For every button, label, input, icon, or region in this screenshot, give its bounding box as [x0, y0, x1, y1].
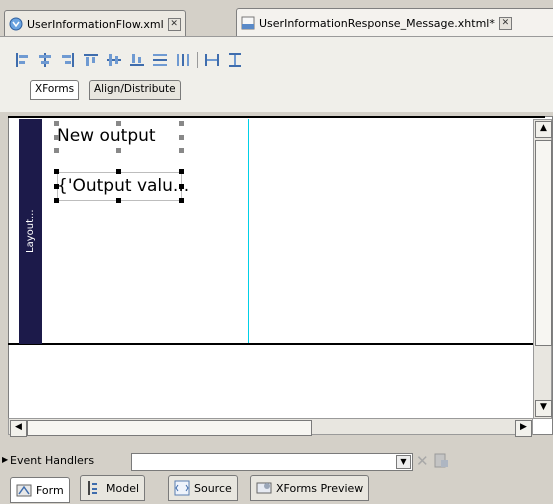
distribute-vertical-icon[interactable]: [152, 52, 168, 68]
selection-handle[interactable]: [179, 184, 184, 189]
same-height-icon[interactable]: [227, 52, 243, 68]
tab-source[interactable]: Source: [168, 475, 238, 501]
chevron-down-icon[interactable]: ▼: [396, 455, 411, 469]
toolbar-panel: [0, 36, 553, 112]
scroll-left-icon[interactable]: ◀: [10, 420, 27, 437]
distribute-horizontal-icon[interactable]: [175, 52, 191, 68]
guide-line: [248, 119, 249, 343]
align-middle-icon[interactable]: [106, 52, 122, 68]
tab-form[interactable]: Form: [10, 477, 70, 503]
selection-handle[interactable]: [54, 135, 59, 140]
selection-handle[interactable]: [116, 169, 121, 174]
close-icon[interactable]: ✕: [167, 17, 181, 31]
editor-tab-strip: UserInformationFlow.xml ✕ UserInformatio…: [0, 0, 553, 37]
align-center-icon[interactable]: [37, 52, 53, 68]
selection-handle[interactable]: [179, 198, 184, 203]
selection-handle[interactable]: [54, 198, 59, 203]
layout-bottom-border: [8, 343, 545, 345]
add-handler-icon[interactable]: [434, 453, 448, 468]
scroll-up-icon[interactable]: ▲: [535, 121, 552, 138]
tab-label: UserInformationResponse_Message.xhtml*: [259, 16, 495, 30]
layout-container-bar[interactable]: Layout...: [19, 119, 42, 344]
selection-handle[interactable]: [54, 184, 59, 189]
align-bottom-icon[interactable]: [129, 52, 145, 68]
event-handlers-row: ▶ Event Handlers ▼ ✕: [0, 452, 553, 471]
vertical-scroll-thumb[interactable]: [535, 140, 552, 346]
flow-file-icon: [9, 17, 23, 31]
tab-label: Model: [106, 481, 140, 495]
layout-label: Layout...: [25, 209, 36, 254]
same-width-icon[interactable]: [204, 52, 220, 68]
tab-model[interactable]: Model: [80, 475, 146, 501]
preview-icon: [256, 480, 272, 496]
close-icon[interactable]: ✕: [498, 16, 512, 30]
canvas-top-border: [8, 116, 545, 118]
tab-label: Source: [194, 481, 232, 495]
delete-icon[interactable]: ✕: [416, 452, 429, 470]
form-icon: [16, 482, 32, 498]
selection-handle[interactable]: [179, 169, 184, 174]
selection-handle[interactable]: [179, 135, 184, 140]
selection-handle[interactable]: [54, 121, 59, 126]
selection-handle[interactable]: [116, 148, 121, 153]
source-icon: [174, 480, 190, 496]
tab-xforms-preview[interactable]: XForms Preview: [250, 475, 370, 501]
subtab-xforms[interactable]: XForms: [30, 80, 80, 100]
tab-label: UserInformationFlow.xml: [27, 17, 164, 31]
selection-handle[interactable]: [54, 169, 59, 174]
event-handlers-label: Event Handlers: [10, 454, 95, 467]
selection-handle[interactable]: [116, 121, 121, 126]
align-right-icon[interactable]: [60, 52, 76, 68]
output-label[interactable]: New output: [57, 126, 156, 146]
selection-handle[interactable]: [116, 198, 121, 203]
html-file-icon: [241, 16, 255, 30]
tab-label: XForms Preview: [276, 481, 364, 495]
horizontal-scrollbar[interactable]: ◀ ▶: [8, 418, 533, 437]
scroll-down-icon[interactable]: ▼: [535, 400, 552, 417]
align-top-icon[interactable]: [83, 52, 99, 68]
design-canvas[interactable]: [8, 116, 553, 435]
horizontal-scroll-thumb[interactable]: [27, 420, 312, 436]
align-left-icon[interactable]: [14, 52, 30, 68]
vertical-scrollbar[interactable]: ▲ ▼: [533, 119, 552, 419]
subtab-align-distribute[interactable]: Align/Distribute: [89, 80, 181, 100]
output-value[interactable]: {'Output valu...: [57, 176, 189, 196]
scroll-right-icon[interactable]: ▶: [515, 420, 532, 437]
model-icon: [86, 480, 102, 496]
tab-userinformationresponse[interactable]: UserInformationResponse_Message.xhtml* ✕: [236, 8, 553, 37]
tab-label: Form: [36, 483, 64, 497]
tab-userinformationflow[interactable]: UserInformationFlow.xml ✕: [4, 10, 186, 37]
selection-handle[interactable]: [54, 148, 59, 153]
toolbar-separator: [197, 52, 198, 68]
expand-triangle-icon[interactable]: ▶: [2, 455, 8, 464]
event-handlers-select[interactable]: ▼: [131, 453, 413, 471]
selection-handle[interactable]: [179, 148, 184, 153]
selection-handle[interactable]: [179, 121, 184, 126]
